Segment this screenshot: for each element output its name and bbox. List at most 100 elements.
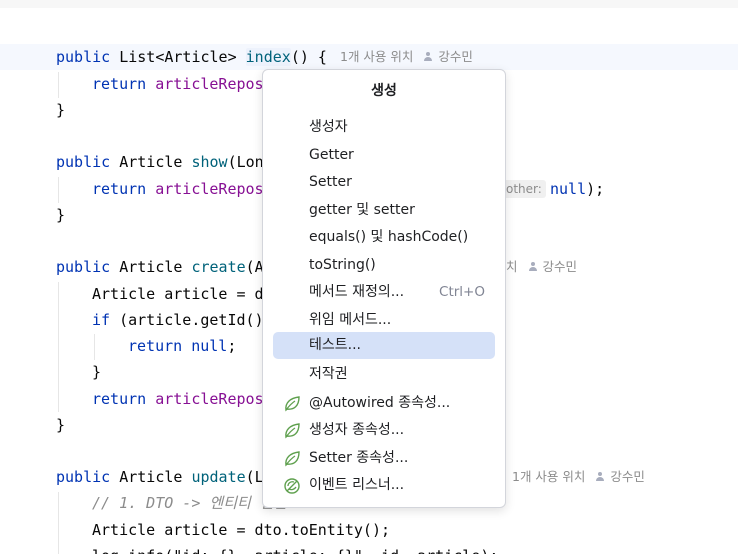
menu-item-constructor-dependency[interactable]: 생성자 종속성... — [273, 417, 495, 444]
code-line[interactable]: public Article create(A — [56, 254, 264, 280]
code-line[interactable]: log.info("id: {}, article: {}", id, arti… — [92, 543, 498, 554]
usages-count: 치 — [506, 259, 518, 274]
method-name: show — [191, 153, 228, 171]
code-line[interactable]: return articleReposi — [92, 176, 273, 202]
menu-item-delegate-methods[interactable]: 위임 메서드... — [273, 307, 495, 334]
menu-item-label: equals() 및 hashCode() — [309, 229, 469, 245]
code-line[interactable]: } — [56, 202, 65, 228]
null-literal: null — [191, 337, 228, 355]
menu-item-label: Setter 종속성... — [309, 450, 409, 466]
spring-leaf-icon — [285, 423, 300, 439]
person-icon — [423, 52, 433, 62]
code-line: null); — [550, 176, 604, 202]
menu-item-label: 저작권 — [309, 366, 348, 382]
menu-item-test[interactable]: 테스트... — [273, 332, 495, 359]
menu-item-label: 생성자 종속성... — [309, 422, 405, 438]
author-name: 강수민 — [438, 49, 473, 64]
usages-hint[interactable]: 1개 사용 위치 강수민 — [340, 44, 473, 70]
keyword: public — [56, 48, 111, 66]
code-line[interactable]: return articleReposi — [92, 71, 273, 97]
menu-item-equals-hashcode[interactable]: equals() 및 hashCode() — [273, 224, 495, 251]
method-name: index — [245, 48, 291, 66]
keyword: public — [56, 468, 111, 486]
menu-item-label: 생성자 — [309, 119, 348, 135]
keyword: public — [56, 153, 111, 171]
code-line[interactable]: } — [92, 359, 101, 385]
code-line[interactable]: public Article update(L — [56, 464, 264, 490]
menu-item-setter-dependency[interactable]: Setter 종속성... — [273, 445, 495, 472]
code-token: (article.getId() — [110, 311, 264, 329]
menu-item-override-methods[interactable]: 메서드 재정의... Ctrl+O — [273, 279, 495, 306]
code-line[interactable]: if (article.getId() — [92, 307, 264, 333]
type-token: Article — [110, 468, 192, 486]
field-token: articleReposi — [155, 390, 273, 408]
menu-item-label: toString() — [309, 257, 376, 273]
keyword: return — [92, 180, 147, 198]
menu-item-label: @Autowired 종속성... — [309, 395, 451, 411]
field-token: articleReposi — [155, 180, 273, 198]
menu-item-getter-setter[interactable]: getter 및 setter — [273, 197, 495, 224]
author-name: 강수민 — [610, 469, 645, 484]
code-token: (A — [245, 258, 264, 276]
parameter-hint: other: — [502, 180, 546, 198]
code-token: (Lon — [227, 153, 264, 171]
menu-item-label: 이벤트 리스너... — [309, 477, 405, 493]
indent-guide — [58, 282, 59, 412]
code-token: ); — [586, 180, 605, 198]
menu-item-setter[interactable]: Setter — [273, 169, 495, 196]
keyword: public — [56, 258, 111, 276]
type-token: Article — [110, 258, 192, 276]
author-name: 강수민 — [542, 259, 578, 274]
code-token: ; — [227, 337, 237, 355]
menu-item-constructor[interactable]: 생성자 — [273, 114, 495, 141]
type-token: List<Article> — [110, 48, 246, 66]
indent-guide — [94, 334, 95, 360]
menu-item-label: 테스트... — [309, 337, 361, 353]
spring-leaf-icon — [285, 451, 300, 467]
usages-count: 1개 사용 위치 — [340, 49, 414, 64]
code-line[interactable]: Article article = dto.toEntity(); — [92, 517, 390, 543]
generate-popup: 생성 생성자 Getter Setter getter 및 setter equ… — [262, 69, 506, 508]
code-token: () { — [290, 48, 327, 66]
type-token: Article — [110, 153, 192, 171]
spring-event-listener-icon — [284, 478, 300, 494]
code-line[interactable]: Article article = d — [92, 281, 264, 307]
menu-item-label: 메서드 재정의... — [309, 284, 405, 300]
indent-guide — [58, 177, 59, 203]
keyword: return — [128, 337, 183, 355]
code-line[interactable]: public List<Article> index() { — [56, 44, 327, 70]
popup-title: 생성 — [371, 83, 397, 99]
usages-count: 1개 사용 위치 — [512, 469, 586, 484]
menu-item-event-listener[interactable]: 이벤트 리스너... — [273, 472, 495, 499]
person-icon — [528, 262, 538, 272]
usages-hint[interactable]: 치 강수민 — [506, 254, 577, 280]
code-line[interactable]: } — [56, 412, 65, 438]
method-name: update — [191, 468, 246, 486]
menu-item-getter[interactable]: Getter — [273, 142, 495, 169]
menu-item-tostring[interactable]: toString() — [273, 252, 495, 279]
keyword: return — [92, 75, 147, 93]
person-icon — [595, 472, 605, 482]
menu-item-label: Setter — [309, 174, 352, 190]
spring-leaf-icon — [285, 396, 300, 412]
usages-hint[interactable]: 1개 사용 위치 강수민 — [512, 464, 645, 490]
menu-item-label: getter 및 setter — [309, 202, 415, 218]
menu-item-shortcut: Ctrl+O — [439, 284, 485, 300]
menu-item-autowired-dependency[interactable]: @Autowired 종속성... — [273, 390, 495, 417]
indent-guide — [58, 72, 59, 98]
keyword: return — [92, 390, 147, 408]
indent-guide — [58, 492, 59, 554]
keyword: if — [92, 311, 111, 329]
code-line[interactable]: return articleReposi — [92, 386, 273, 412]
code-token: (L — [245, 468, 264, 486]
menu-item-copyright[interactable]: 저작권 — [273, 361, 495, 388]
method-name: create — [191, 258, 246, 276]
field-token: articleReposi — [155, 75, 273, 93]
null-literal: null — [550, 180, 587, 198]
editor-top-edge — [0, 0, 738, 8]
menu-item-label: Getter — [309, 147, 354, 163]
menu-item-label: 위임 메서드... — [309, 312, 392, 328]
code-line[interactable]: public Article show(Lon — [56, 149, 264, 175]
code-line[interactable]: } — [56, 97, 65, 123]
code-line[interactable]: return null; — [128, 333, 236, 359]
